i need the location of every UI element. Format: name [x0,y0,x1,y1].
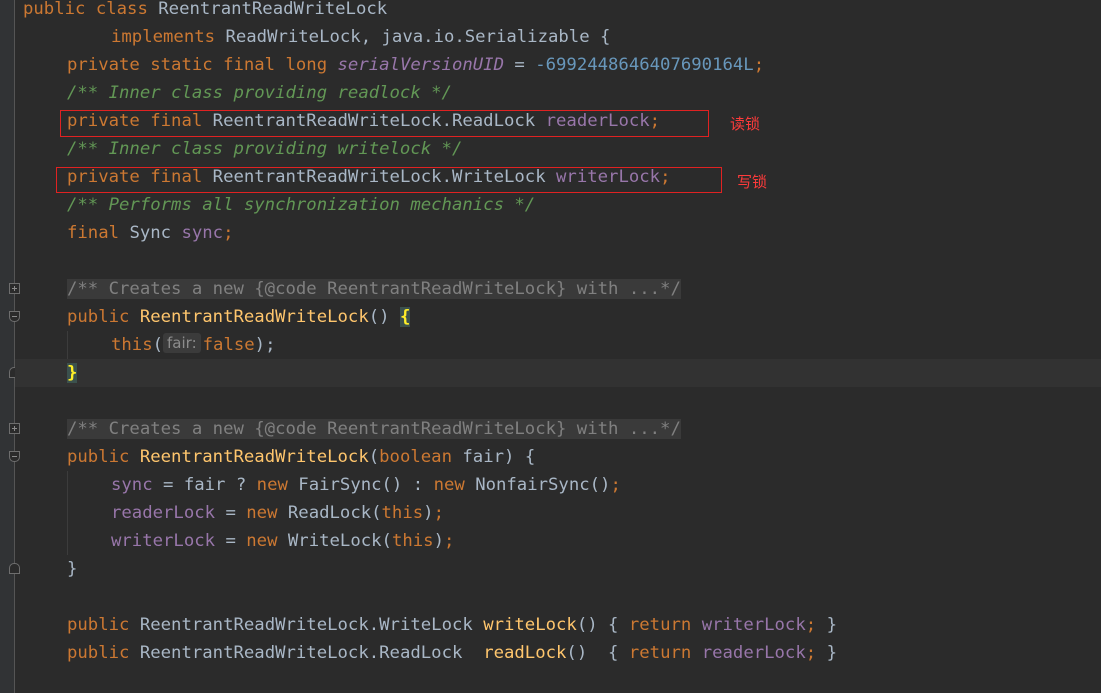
code-editor[interactable]: public class ReentrantReadWriteLock impl… [0,0,1101,693]
fold-expand-icon[interactable] [9,423,20,434]
write-lock-highlight-box [56,167,722,193]
code-line-11[interactable]: /** Creates a new {@code ReentrantReadWr… [67,275,681,303]
indent-guide [67,471,68,555]
code-line-14[interactable]: } [67,359,78,387]
read-lock-annotation: 读锁 [730,115,761,133]
code-line-13[interactable]: this(fair: false); [111,331,275,359]
indent-guide [67,331,68,359]
fold-end-icon[interactable] [9,563,20,574]
code-line-9[interactable]: final Sync sync; [67,219,234,247]
code-line-8[interactable]: /** Performs all synchronization mechani… [67,191,535,219]
read-lock-highlight-box [60,110,709,137]
code-line-17[interactable]: public ReentrantReadWriteLock(boolean fa… [67,443,535,471]
write-lock-annotation: 写锁 [737,173,768,191]
code-line-21[interactable]: } [67,555,77,583]
editor-gutter [0,0,15,693]
fold-collapse-icon[interactable] [9,311,20,322]
code-line-4[interactable]: /** Inner class providing readlock */ [67,79,452,107]
matched-brace: { [399,307,411,327]
code-line-19[interactable]: readerLock = new ReadLock(this); [111,499,444,527]
code-line-1[interactable]: public class ReentrantReadWriteLock [23,0,387,23]
code-line-16[interactable]: /** Creates a new {@code ReentrantReadWr… [67,415,681,443]
collapsed-javadoc[interactable]: /** Creates a new {@code ReentrantReadWr… [67,279,681,299]
fold-collapse-icon[interactable] [9,451,20,462]
code-line-2[interactable]: implements ReadWriteLock, java.io.Serial… [111,23,610,51]
code-line-23[interactable]: public ReentrantReadWriteLock.WriteLock … [67,611,837,639]
matched-brace: } [67,363,78,383]
code-line-20[interactable]: writerLock = new WriteLock(this); [111,527,454,555]
fold-expand-icon[interactable] [9,283,20,294]
code-line-3[interactable]: private static final long serialVersionU… [67,51,764,79]
collapsed-javadoc[interactable]: /** Creates a new {@code ReentrantReadWr… [67,419,681,439]
code-line-12[interactable]: public ReentrantReadWriteLock() { [67,303,411,331]
parameter-hint: fair: [163,333,201,353]
code-line-18[interactable]: sync = fair ? new FairSync() : new Nonfa… [111,471,621,499]
current-line-highlight [15,359,1101,387]
code-line-24[interactable]: public ReentrantReadWriteLock.ReadLock r… [67,639,837,667]
code-line-6[interactable]: /** Inner class providing writelock */ [67,135,462,163]
